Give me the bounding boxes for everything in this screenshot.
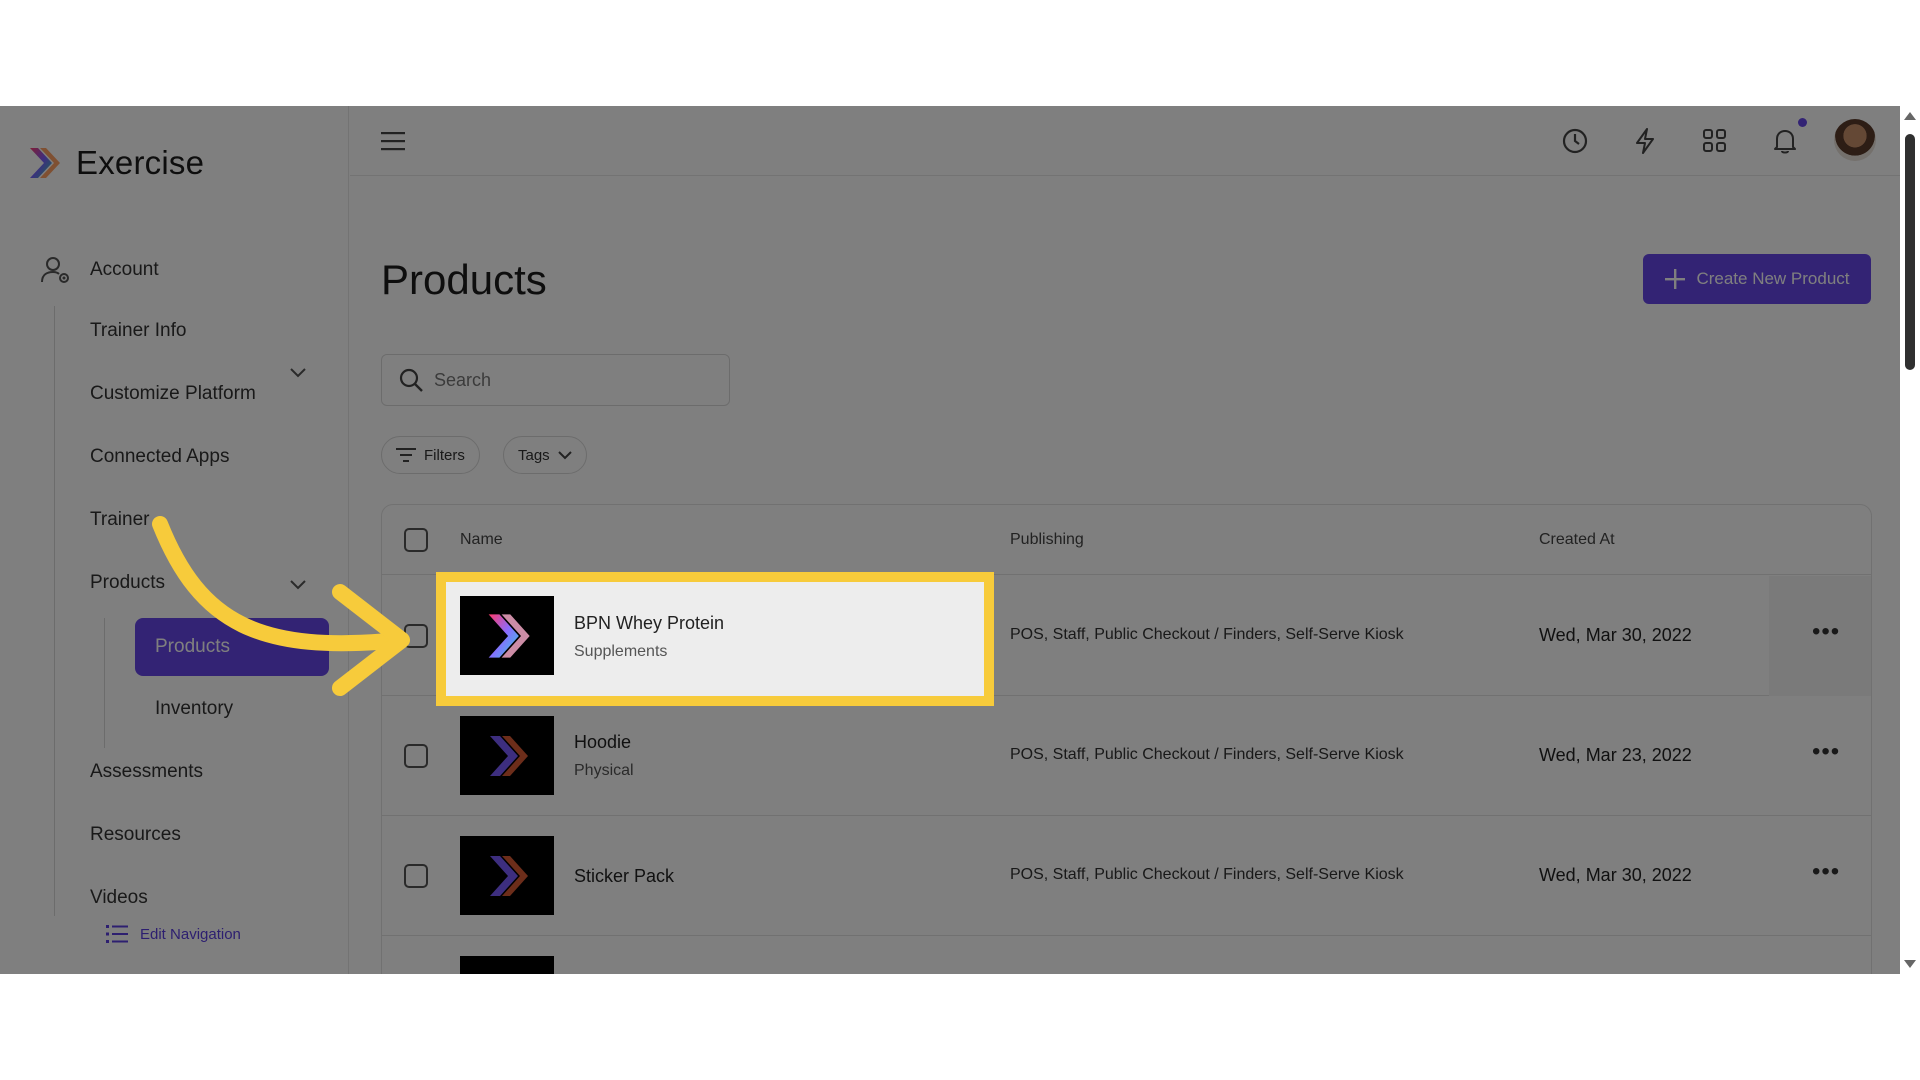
row-created-at: Wed, Mar 30, 2022 — [1539, 625, 1692, 645]
bell-icon — [1774, 130, 1796, 154]
tree-line — [54, 306, 55, 916]
sidebar-item-customize-platform[interactable]: Customize Platform — [90, 383, 256, 405]
create-new-product-button[interactable]: Create New Product — [1643, 254, 1871, 304]
search-icon — [399, 368, 423, 392]
quick-actions-button[interactable] — [1628, 124, 1662, 158]
product-name[interactable]: BPN Whey Protein — [574, 613, 724, 634]
sidebar-item-label: Customize Platform — [90, 383, 256, 404]
tags-label: Tags — [518, 446, 550, 464]
row-publishing: POS, Staff, Public Checkout / Finders, S… — [1010, 866, 1404, 883]
product-logo-icon — [490, 855, 528, 896]
column-header-name: Name — [460, 531, 503, 548]
page-title: Products — [381, 256, 547, 303]
sidebar-item-trainer-info[interactable]: Trainer Info — [90, 320, 186, 342]
row-publishing: POS, Staff, Public Checkout / Finders, S… — [1010, 746, 1404, 763]
table-row[interactable]: Hoodie Physical POS, Staff, Public Check… — [382, 696, 1871, 816]
row-more-button[interactable]: ••• — [1812, 618, 1840, 646]
sidebar-item-connected-apps[interactable]: Connected Apps — [90, 446, 229, 468]
search-box[interactable] — [381, 354, 730, 406]
row-checkbox[interactable] — [404, 864, 428, 888]
sidebar-item-label: Connected Apps — [90, 446, 230, 467]
row-created-at: Wed, Mar 30, 2022 — [1539, 865, 1692, 885]
sidebar-item-account[interactable]: Account — [40, 254, 159, 286]
scroll-up-arrow[interactable] — [1904, 112, 1916, 120]
sidebar-item-resources[interactable]: Resources — [90, 824, 181, 846]
app-window: Exercise Account Trainer Info Customize … — [0, 106, 1920, 974]
app-name: Exercise — [76, 144, 205, 181]
notifications-button[interactable] — [1768, 124, 1802, 158]
menu-button[interactable] — [376, 124, 410, 158]
sidebar-item-label: Videos — [90, 887, 148, 908]
row-publishing: POS, Staff, Public Checkout / Finders, S… — [1010, 626, 1404, 643]
edit-navigation-link[interactable]: Edit Navigation — [106, 924, 241, 944]
product-category: Supplements — [574, 643, 668, 660]
product-thumbnail — [460, 836, 554, 915]
column-header-created-at: Created At — [1539, 531, 1615, 548]
product-logo-icon — [488, 613, 530, 658]
chevron-down-icon[interactable] — [290, 368, 306, 378]
sidebar-item-label: Trainer Info — [90, 320, 187, 341]
table-row[interactable]: Sticker Pack POS, Staff, Public Checkout… — [382, 816, 1871, 936]
chevron-down-icon — [557, 450, 572, 459]
tree-line — [104, 618, 105, 748]
tags-dropdown[interactable]: Tags — [503, 436, 587, 474]
product-category: Physical — [574, 762, 634, 779]
tutorial-arrow-icon — [152, 516, 410, 696]
product-name[interactable]: Hoodie — [574, 732, 631, 753]
filter-icon — [396, 448, 416, 462]
sidebar-item-label: Resources — [90, 824, 181, 845]
edit-navigation-label: Edit Navigation — [140, 925, 241, 943]
logo-mark-icon — [30, 148, 60, 178]
history-button[interactable] — [1558, 124, 1592, 158]
table-header: Name Publishing Created At — [382, 505, 1871, 575]
product-thumbnail — [460, 716, 554, 795]
search-input[interactable] — [434, 369, 694, 391]
product-logo-icon — [490, 735, 528, 776]
lightning-icon — [1636, 128, 1654, 154]
highlighted-product-cell[interactable]: BPN Whey Protein Supplements — [436, 572, 994, 706]
scrollbar-thumb[interactable] — [1905, 134, 1915, 370]
scrollbar[interactable] — [1900, 106, 1920, 974]
row-more-button[interactable]: ••• — [1812, 858, 1840, 886]
apps-button[interactable] — [1698, 124, 1732, 158]
avatar[interactable] — [1834, 119, 1876, 161]
product-thumbnail — [460, 596, 554, 675]
apps-grid-icon — [1703, 129, 1726, 152]
product-name[interactable]: Sticker Pack — [574, 866, 674, 887]
user-gear-icon — [41, 257, 69, 283]
scroll-down-arrow[interactable] — [1904, 960, 1916, 968]
filters-button[interactable]: Filters — [381, 436, 480, 474]
row-created-at: Wed, Mar 23, 2022 — [1539, 745, 1692, 765]
row-more-button[interactable]: ••• — [1812, 738, 1840, 766]
menu-icon — [381, 132, 405, 151]
plus-icon — [1665, 269, 1686, 289]
notification-badge — [1798, 118, 1807, 127]
topbar — [350, 106, 1900, 176]
product-thumbnail — [460, 956, 554, 974]
sidebar-item-videos[interactable]: Videos — [90, 887, 148, 909]
filters-label: Filters — [424, 446, 465, 464]
history-icon — [1562, 128, 1588, 154]
create-new-product-label: Create New Product — [1696, 269, 1850, 288]
sidebar-item-label: Account — [90, 259, 159, 280]
logo[interactable]: Exercise — [24, 144, 204, 182]
table-row[interactable] — [382, 936, 1871, 974]
column-header-publishing: Publishing — [1010, 531, 1084, 548]
list-icon — [106, 925, 128, 943]
